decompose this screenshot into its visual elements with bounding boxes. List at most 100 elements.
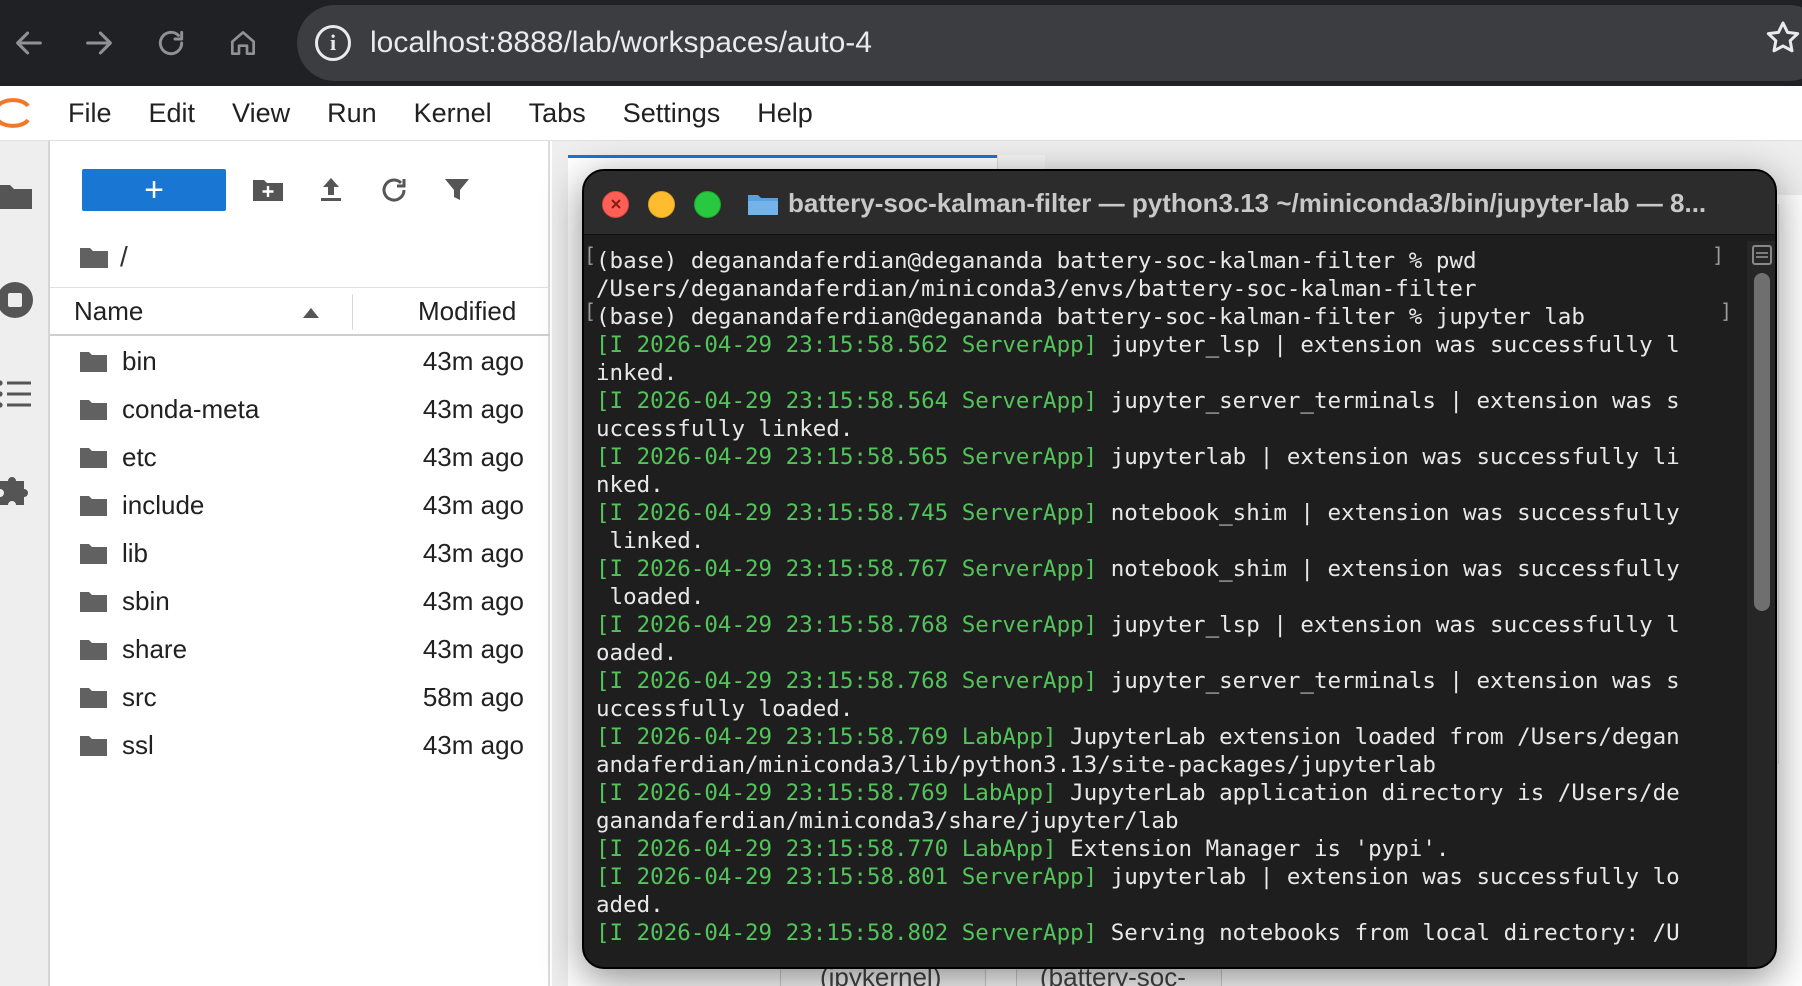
log-line: [I 2026-04-29 23:15:58.745 ServerApp] no… bbox=[596, 499, 1728, 527]
log-message: loaded. bbox=[596, 584, 705, 610]
log-line: aded. bbox=[596, 891, 1728, 919]
file-name: bin bbox=[122, 346, 157, 376]
back-button[interactable] bbox=[4, 18, 54, 68]
menu-tabs[interactable]: Tabs bbox=[529, 86, 586, 141]
log-line: [I 2026-04-29 23:15:58.565 ServerApp] ju… bbox=[596, 443, 1728, 471]
filter-icon[interactable] bbox=[438, 171, 476, 209]
log-level-prefix: [I 2026-04-29 23:15:58.802 ServerApp] bbox=[596, 920, 1098, 946]
log-message: JupyterLab extension loaded from /Users/… bbox=[1056, 724, 1680, 750]
new-folder-icon[interactable] bbox=[249, 171, 287, 209]
forward-button[interactable] bbox=[74, 18, 124, 68]
log-message: uccessfully linked. bbox=[596, 416, 854, 442]
folder-icon bbox=[748, 195, 778, 215]
folder-icon[interactable] bbox=[80, 246, 108, 268]
arrow-right-icon bbox=[86, 31, 112, 55]
log-line: [I 2026-04-29 23:15:58.564 ServerApp] ju… bbox=[596, 387, 1728, 415]
table-of-contents-icon[interactable] bbox=[0, 373, 36, 415]
log-line: [I 2026-04-29 23:15:58.769 LabApp] Jupyt… bbox=[596, 723, 1728, 751]
column-resize-handle[interactable] bbox=[352, 294, 353, 330]
log-level-prefix: [I 2026-04-29 23:15:58.562 ServerApp] bbox=[596, 332, 1098, 358]
star-icon[interactable] bbox=[1763, 18, 1802, 58]
column-name-header[interactable]: Name bbox=[74, 296, 143, 327]
file-row-bin[interactable]: bin 43m ago bbox=[50, 338, 550, 386]
close-window-button[interactable] bbox=[602, 191, 629, 218]
extension-puzzle-icon[interactable] bbox=[0, 467, 36, 509]
address-bar[interactable]: i localhost:8888/lab/workspaces/auto-4 bbox=[297, 5, 1802, 81]
file-row-lib[interactable]: lib 43m ago bbox=[50, 530, 550, 578]
minimize-window-button[interactable] bbox=[648, 191, 675, 218]
log-line: linked. bbox=[596, 527, 1728, 555]
split-pane-button[interactable] bbox=[1752, 245, 1772, 265]
terminal-title: battery-soc-kalman-filter — python3.13 ~… bbox=[788, 188, 1707, 218]
reload-button[interactable] bbox=[146, 18, 196, 68]
file-row-share[interactable]: share 43m ago bbox=[50, 626, 550, 674]
log-message: Serving notebooks from local directory: … bbox=[1097, 920, 1680, 946]
prompt-line: (base) deganandaferdian@degananda batter… bbox=[596, 248, 1477, 274]
log-level-prefix: [I 2026-04-29 23:15:58.769 LabApp] bbox=[596, 724, 1057, 750]
mark-bracket: ] bbox=[1712, 243, 1725, 267]
file-modified: 43m ago bbox=[422, 490, 524, 520]
menu-file[interactable]: File bbox=[68, 86, 112, 141]
file-list-header: Name Modified bbox=[50, 288, 550, 336]
file-row-conda-meta[interactable]: conda-meta 43m ago bbox=[50, 386, 550, 434]
log-message: jupyter_server_terminals | extension was… bbox=[1097, 388, 1680, 414]
folder-icon bbox=[80, 496, 107, 516]
log-line: inked. bbox=[596, 359, 1728, 387]
file-row-src[interactable]: src 58m ago bbox=[50, 674, 550, 722]
file-row-etc[interactable]: etc 43m ago bbox=[50, 434, 550, 482]
running-sessions-icon[interactable] bbox=[0, 279, 36, 321]
log-message: linked. bbox=[596, 528, 705, 554]
menu-kernel[interactable]: Kernel bbox=[414, 86, 492, 141]
log-level-prefix: [I 2026-04-29 23:15:58.801 ServerApp] bbox=[596, 864, 1098, 890]
log-lines: [I 2026-04-29 23:15:58.562 ServerApp] ju… bbox=[596, 331, 1728, 947]
menu-settings[interactable]: Settings bbox=[623, 86, 721, 141]
log-line: [I 2026-04-29 23:15:58.767 ServerApp] no… bbox=[596, 555, 1728, 583]
menu-edit[interactable]: Edit bbox=[149, 86, 196, 141]
file-modified: 43m ago bbox=[422, 586, 524, 616]
menu-view[interactable]: View bbox=[232, 86, 290, 141]
terminal-output[interactable]: (base) deganandaferdian@degananda batter… bbox=[596, 247, 1728, 967]
refresh-icon[interactable] bbox=[375, 171, 413, 209]
file-name: src bbox=[122, 682, 157, 712]
site-info-icon[interactable]: i bbox=[315, 25, 351, 61]
file-row-sbin[interactable]: sbin 43m ago bbox=[50, 578, 550, 626]
folder-icon[interactable] bbox=[0, 175, 36, 217]
menu-run[interactable]: Run bbox=[327, 86, 377, 141]
home-button[interactable] bbox=[218, 18, 268, 68]
log-level-prefix: [I 2026-04-29 23:15:58.769 LabApp] bbox=[596, 780, 1057, 806]
log-message: nked. bbox=[596, 472, 664, 498]
maximize-window-button[interactable] bbox=[694, 191, 721, 218]
upload-icon[interactable] bbox=[312, 171, 350, 209]
file-row-include[interactable]: include 43m ago bbox=[50, 482, 550, 530]
terminal-window: battery-soc-kalman-filter — python3.13 ~… bbox=[582, 169, 1777, 969]
log-message: notebook_shim | extension was successful… bbox=[1097, 500, 1680, 526]
scrollbar-thumb[interactable] bbox=[1754, 273, 1770, 611]
terminal-titlebar[interactable]: battery-soc-kalman-filter — python3.13 ~… bbox=[584, 171, 1775, 235]
mark-bracket: [ bbox=[584, 299, 597, 323]
right-panel-edge bbox=[1778, 204, 1802, 764]
breadcrumb-root[interactable]: / bbox=[120, 241, 128, 273]
file-modified: 43m ago bbox=[422, 730, 524, 760]
file-modified: 58m ago bbox=[422, 682, 524, 712]
log-message: oaded. bbox=[596, 640, 678, 666]
folder-icon bbox=[80, 640, 107, 660]
folder-icon bbox=[80, 544, 107, 564]
folder-icon bbox=[80, 592, 107, 612]
mark-bracket: ] bbox=[1720, 299, 1733, 323]
log-message: JupyterLab application directory is /Use… bbox=[1056, 780, 1680, 806]
log-message: ganandaferdian/miniconda3/share/jupyter/… bbox=[596, 808, 1179, 834]
menu-help[interactable]: Help bbox=[757, 86, 813, 141]
new-launcher-button[interactable]: + bbox=[82, 169, 226, 211]
folder-icon bbox=[80, 448, 107, 468]
file-name: etc bbox=[122, 442, 157, 472]
split-icon bbox=[1756, 252, 1768, 258]
file-modified: 43m ago bbox=[422, 538, 524, 568]
sort-ascending-icon[interactable] bbox=[303, 308, 319, 318]
home-icon bbox=[231, 31, 255, 55]
url-text[interactable]: localhost:8888/lab/workspaces/auto-4 bbox=[370, 24, 872, 62]
column-modified-header[interactable]: Modified bbox=[418, 296, 516, 327]
prompt-line: (base) deganandaferdian@degananda batter… bbox=[596, 304, 1585, 330]
file-modified: 43m ago bbox=[422, 442, 524, 472]
file-modified: 43m ago bbox=[422, 634, 524, 664]
file-row-ssl[interactable]: ssl 43m ago bbox=[50, 722, 550, 770]
